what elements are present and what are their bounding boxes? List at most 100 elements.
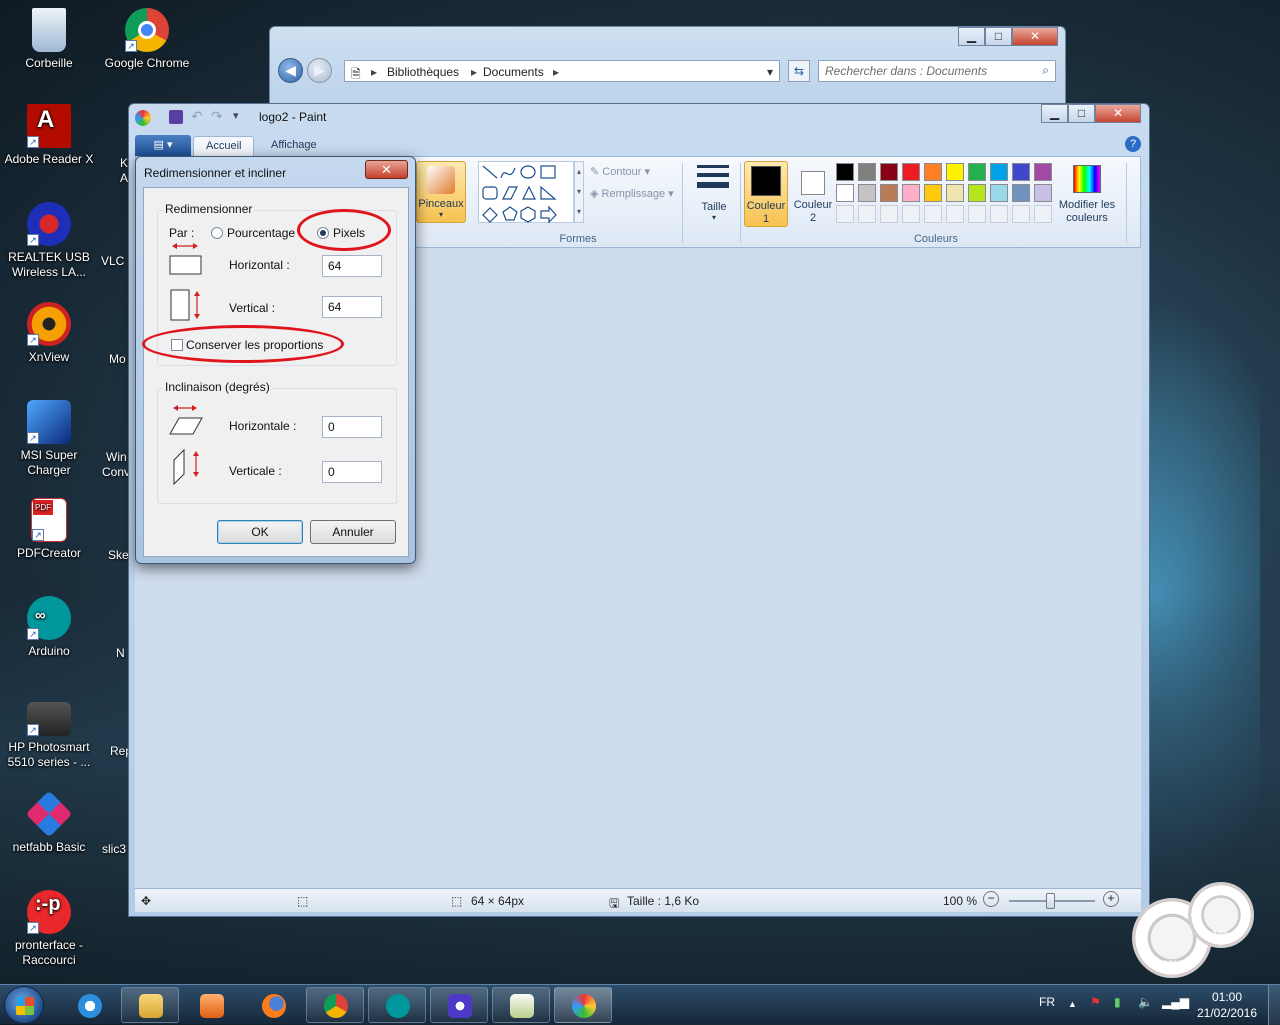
palette-swatch[interactable]: [968, 163, 986, 181]
palette-swatch[interactable]: [924, 163, 942, 181]
desktop-icon-xnview[interactable]: ↗ XnView: [1, 302, 97, 365]
taskbar-internet-explorer[interactable]: [60, 987, 118, 1023]
palette-swatch[interactable]: [858, 184, 876, 202]
forward-button[interactable]: ▶: [307, 58, 332, 83]
undo-icon[interactable]: ↶: [191, 108, 203, 125]
zoom-in-button[interactable]: +: [1103, 891, 1119, 907]
language-indicator[interactable]: FR: [1039, 995, 1055, 1009]
palette-swatch[interactable]: [990, 163, 1008, 181]
vertical-input[interactable]: 64: [322, 296, 382, 318]
palette-swatch[interactable]: [1012, 163, 1030, 181]
network-icon[interactable]: ▮: [1114, 995, 1121, 1009]
desktop-icon-arduino[interactable]: ∞ ↗ Arduino: [1, 596, 97, 659]
volume-icon[interactable]: 🔈: [1138, 995, 1153, 1009]
taskbar-app-eye[interactable]: [430, 987, 488, 1023]
desktop-icon-google-chrome[interactable]: ↗ Google Chrome: [99, 8, 195, 71]
palette-swatch[interactable]: [946, 184, 964, 202]
clock[interactable]: 01:00 21/02/2016: [1192, 989, 1262, 1021]
back-button[interactable]: ◀: [278, 58, 303, 83]
color1-button[interactable]: Couleur 1: [744, 161, 788, 227]
action-center-icon[interactable]: ⚑: [1090, 995, 1101, 1009]
taskbar-paint[interactable]: [554, 987, 612, 1023]
taskbar-chrome[interactable]: [306, 987, 364, 1023]
breadcrumb-documents[interactable]: Documents: [483, 65, 544, 79]
tab-home[interactable]: Accueil: [193, 136, 255, 156]
taskbar-arduino[interactable]: [368, 987, 426, 1023]
palette-swatch[interactable]: [1034, 184, 1052, 202]
start-button[interactable]: [4, 986, 44, 1024]
desktop-icon-pdfcreator[interactable]: PDF ↗ PDFCreator: [1, 498, 97, 561]
cancel-button[interactable]: Annuler: [310, 520, 396, 544]
desktop-icon-realtek[interactable]: ↗ REALTEK USB Wireless LA...: [1, 202, 97, 280]
maximize-button[interactable]: □: [985, 27, 1012, 46]
palette-swatch[interactable]: [1034, 163, 1052, 181]
palette-swatch[interactable]: [990, 184, 1008, 202]
shapes-scroll[interactable]: ▴ ▾ ▾: [574, 161, 584, 223]
show-desktop-button[interactable]: [1268, 985, 1280, 1025]
palette-swatch[interactable]: [836, 163, 854, 181]
zoom-out-button[interactable]: −: [983, 891, 999, 907]
address-bar[interactable]: 🗎 ▸ Bibliothèques ▸ Documents ▸ ▾: [344, 60, 780, 82]
desktop-icon-pronterface[interactable]: :-p ↗ pronterface - Raccourci: [1, 890, 97, 968]
fill-dropdown[interactable]: ◈ Remplissage ▾: [590, 187, 674, 200]
refresh-icon[interactable]: ⇆: [788, 60, 810, 82]
palette-empty-slot[interactable]: [968, 205, 986, 223]
palette-swatch[interactable]: [902, 163, 920, 181]
palette-swatch[interactable]: [902, 184, 920, 202]
percent-radio[interactable]: [211, 227, 223, 239]
palette-empty-slot[interactable]: [836, 205, 854, 223]
signal-icon[interactable]: ▂▄▆: [1162, 995, 1189, 1009]
palette-swatch[interactable]: [1012, 184, 1030, 202]
tab-view[interactable]: Affichage: [259, 136, 329, 156]
edit-colors-button[interactable]: Modifier les couleurs: [1054, 161, 1120, 227]
palette-swatch[interactable]: [880, 163, 898, 181]
palette-empty-slot[interactable]: [880, 205, 898, 223]
redo-icon[interactable]: ↷: [211, 108, 223, 125]
zoom-slider-handle[interactable]: [1046, 893, 1055, 909]
palette-swatch[interactable]: [968, 184, 986, 202]
palette-empty-slot[interactable]: [858, 205, 876, 223]
palette-swatch[interactable]: [836, 184, 854, 202]
search-input[interactable]: Rechercher dans : Documents ⌕: [818, 60, 1056, 82]
taskbar-media-player[interactable]: [182, 987, 240, 1023]
palette-empty-slot[interactable]: [946, 205, 964, 223]
close-button[interactable]: ✕: [1012, 27, 1058, 46]
taskbar-notepad[interactable]: [492, 987, 550, 1023]
outline-dropdown[interactable]: ✎ Contour ▾: [590, 165, 650, 178]
size-button[interactable]: Taille ▾: [692, 161, 736, 227]
horizontal-input[interactable]: 64: [322, 255, 382, 277]
save-icon[interactable]: [169, 110, 183, 124]
close-button[interactable]: ✕: [1095, 104, 1141, 123]
palette-empty-slot[interactable]: [1034, 205, 1052, 223]
maximize-button[interactable]: □: [1068, 104, 1095, 123]
quick-access-dropdown-icon[interactable]: ▾: [233, 109, 239, 122]
palette-empty-slot[interactable]: [1012, 205, 1030, 223]
shapes-gallery[interactable]: [478, 161, 574, 224]
desktop-icon-hp-photosmart[interactable]: ↗ HP Photosmart 5510 series - ...: [1, 694, 97, 770]
palette-swatch[interactable]: [880, 184, 898, 202]
percent-label[interactable]: Pourcentage: [227, 226, 295, 240]
palette-swatch[interactable]: [946, 163, 964, 181]
palette-swatch[interactable]: [924, 184, 942, 202]
palette-empty-slot[interactable]: [924, 205, 942, 223]
palette-empty-slot[interactable]: [902, 205, 920, 223]
taskbar-file-explorer[interactable]: [121, 987, 179, 1023]
skew-vertical-input[interactable]: 0: [322, 461, 382, 483]
desktop-icon-adobe-reader[interactable]: A ↗ Adobe Reader X: [1, 104, 97, 167]
minimize-button[interactable]: ▁: [1041, 104, 1068, 123]
breadcrumb-libraries[interactable]: Bibliothèques: [387, 65, 459, 79]
ok-button[interactable]: OK: [217, 520, 303, 544]
paint-menu-button[interactable]: ▤ ▾: [135, 135, 191, 156]
color2-button[interactable]: Couleur 2: [791, 161, 835, 227]
palette-empty-slot[interactable]: [990, 205, 1008, 223]
skew-horizontal-input[interactable]: 0: [322, 416, 382, 438]
dialog-close-button[interactable]: ✕: [365, 160, 408, 179]
taskbar-firefox[interactable]: [244, 987, 302, 1023]
help-icon[interactable]: ?: [1125, 136, 1141, 152]
palette-swatch[interactable]: [858, 163, 876, 181]
address-dropdown-icon[interactable]: ▾: [767, 65, 773, 79]
desktop-icon-netfabb[interactable]: netfabb Basic: [1, 790, 97, 855]
brushes-button[interactable]: Pinceaux ▾: [416, 161, 466, 223]
memory-meter-gadget[interactable]: 24%: [1188, 882, 1254, 948]
minimize-button[interactable]: ▁: [958, 27, 985, 46]
